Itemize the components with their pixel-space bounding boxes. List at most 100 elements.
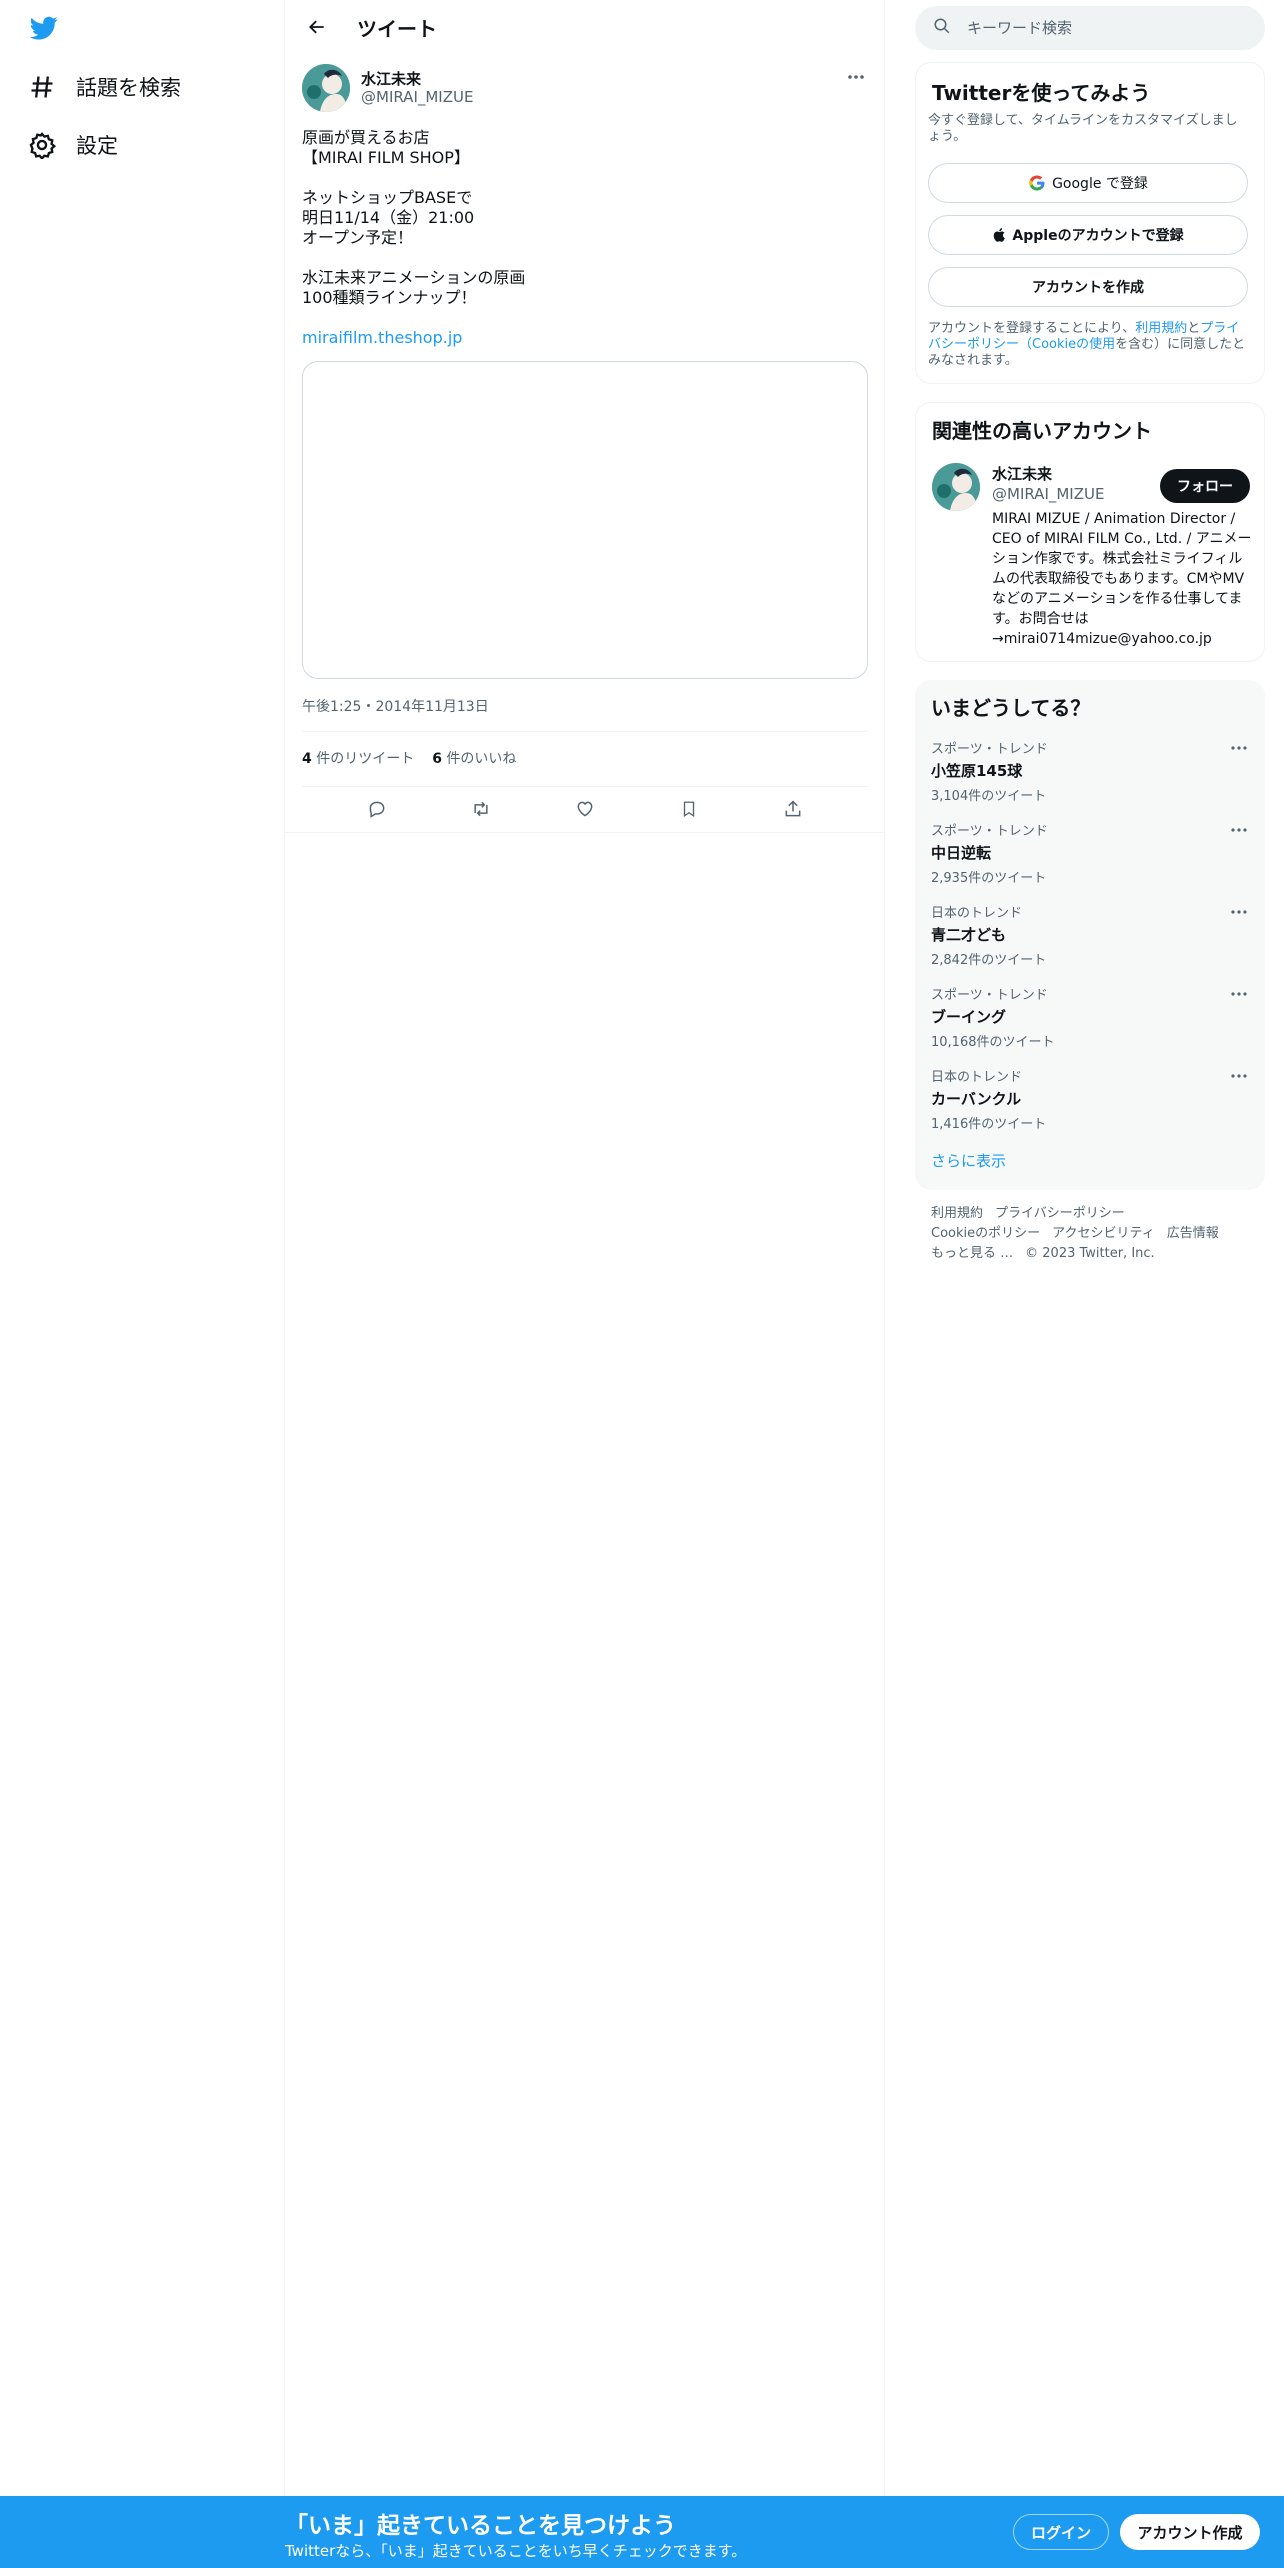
footer-ads-link[interactable]: 広告情報	[1167, 1226, 1219, 1241]
google-signup-label: Google で登録	[1052, 176, 1148, 192]
retweets-label: 件のリツイート	[316, 751, 415, 767]
nav-item-explore[interactable]: 話題を検索	[28, 67, 181, 107]
signup-description: 今すぐ登録して、タイムラインをカスタマイズしましょう。	[928, 113, 1238, 144]
tweet-text: 原画が買えるお店 【MIRAI FILM SHOP】 ネットショップBASEで …	[302, 128, 526, 307]
footer-terms-link[interactable]: 利用規約	[931, 1206, 983, 1221]
legal-paren: （	[1019, 337, 1033, 352]
signup-title: Twitterを使ってみよう	[932, 81, 1151, 105]
signup-legal-text: アカウントを登録することにより、利用規約とプライバシーポリシー（Cookieの使…	[928, 321, 1250, 369]
bottom-bar-title: 「いま」起きていることを見つけよう	[285, 2513, 676, 2539]
retweets-count: 4	[302, 751, 312, 767]
tweet-timestamp[interactable]: 午後1:25・2014年11月13日	[302, 696, 489, 716]
trend-count: 1,416件のツイート	[931, 1117, 1047, 1132]
bottom-signup-bar: 「いま」起きていることを見つけよう Twitterなら、「いま」起きていることを…	[0, 2496, 1284, 2568]
likes-stat[interactable]: 6 件のいいね	[432, 748, 516, 768]
likes-label: 件のいいね	[446, 751, 517, 767]
nav-item-settings[interactable]: 設定	[28, 125, 118, 165]
related-bio: MIRAI MIZUE / Animation Director / CEO o…	[992, 511, 1252, 647]
gear-icon	[28, 131, 57, 161]
divider	[302, 731, 868, 732]
trend-count: 3,104件のツイート	[931, 789, 1047, 804]
trend-name: カーバンクル	[931, 1090, 1022, 1108]
trend-name: 小笠原145球	[931, 762, 1023, 780]
create-account-button[interactable]: アカウントを作成	[928, 267, 1248, 307]
footer-privacy-link[interactable]: プライバシーポリシー	[995, 1206, 1125, 1221]
trend-context: スポーツ・トレンド	[931, 742, 1048, 757]
trend-item[interactable]: スポーツ・トレンド 中日逆転 2,935件のツイート	[931, 820, 1251, 900]
more-options-icon[interactable]	[1227, 738, 1251, 758]
legal-and: と	[1187, 321, 1201, 336]
login-button[interactable]: ログイン	[1013, 2514, 1109, 2550]
related-avatar[interactable]	[932, 463, 980, 511]
retweets-stat[interactable]: 4 件のリツイート	[302, 748, 414, 768]
trend-item[interactable]: 日本のトレンド 青二才ども 2,842件のツイート	[931, 902, 1251, 982]
apple-signup-button[interactable]: Appleのアカウントで登録	[928, 215, 1248, 255]
like-icon[interactable]	[567, 791, 603, 827]
signup-box: Twitterを使ってみよう 今すぐ登録して、タイムラインをカスタマイズしましょ…	[915, 62, 1265, 384]
trend-context: スポーツ・トレンド	[931, 988, 1048, 1003]
show-more-link[interactable]: さらに表示	[931, 1150, 1006, 1171]
trend-name: ブーイング	[931, 1008, 1007, 1026]
retweet-icon[interactable]	[463, 791, 499, 827]
nav-item-label: 話題を検索	[76, 76, 181, 100]
link-card[interactable]	[302, 361, 868, 679]
related-name[interactable]: 水江未来	[992, 463, 1052, 484]
search-input[interactable]	[967, 19, 1227, 37]
related-handle[interactable]: @MIRAI_MIZUE	[992, 485, 1104, 503]
reply-icon[interactable]	[359, 791, 395, 827]
related-accounts-box: 関連性の高いアカウント 水江未来 @MIRAI_MIZUE フォロー MIRAI…	[915, 402, 1265, 662]
share-icon[interactable]	[775, 791, 811, 827]
trend-context: 日本のトレンド	[931, 1070, 1023, 1085]
trends-title: いまどうしてる？	[931, 696, 1091, 720]
legal-prefix: アカウントを登録することにより、	[928, 321, 1136, 336]
author-name[interactable]: 水江未来	[361, 68, 421, 89]
apple-icon	[992, 226, 1008, 244]
footer-more-link[interactable]: もっと見る …	[931, 1246, 1013, 1261]
trend-count: 2,842件のツイート	[931, 953, 1047, 968]
trend-item[interactable]: スポーツ・トレンド ブーイング 10,168件のツイート	[931, 984, 1251, 1064]
more-options-icon[interactable]	[1227, 902, 1251, 922]
create-account-label: アカウントを作成	[1032, 280, 1144, 296]
apple-signup-label: Appleのアカウントで登録	[1012, 228, 1184, 244]
trends-box: いまどうしてる？ スポーツ・トレンド 小笠原145球 3,104件のツイート ス…	[915, 680, 1265, 1190]
tweet-actions	[285, 786, 885, 832]
left-nav: 話題を検索 設定	[0, 0, 285, 2568]
more-options-icon[interactable]	[1227, 984, 1251, 1004]
arrow-left-icon[interactable]	[299, 9, 335, 45]
trend-context: スポーツ・トレンド	[931, 824, 1048, 839]
nav-item-label: 設定	[76, 134, 118, 158]
footer-cookie-link[interactable]: Cookieのポリシー	[931, 1226, 1040, 1241]
footer-copyright: © 2023 Twitter, Inc.	[1025, 1246, 1155, 1261]
divider	[285, 832, 885, 833]
search-bar[interactable]	[915, 6, 1265, 50]
trend-item[interactable]: 日本のトレンド カーバンクル 1,416件のツイート	[931, 1066, 1251, 1146]
author-avatar[interactable]	[302, 64, 350, 112]
column-header: ツイート	[285, 0, 885, 54]
follow-button[interactable]: フォロー	[1160, 469, 1250, 503]
signup-button[interactable]: アカウント作成	[1120, 2514, 1260, 2550]
footer-links: 利用規約 プライバシーポリシー Cookieのポリシー アクセシビリティ 広告情報 も…	[931, 1204, 1261, 1264]
tweet-stats: 4 件のリツイート 6 件のいいね	[302, 748, 516, 768]
trend-count: 10,168件のツイート	[931, 1035, 1055, 1050]
author-handle[interactable]: @MIRAI_MIZUE	[361, 88, 473, 106]
trend-context: 日本のトレンド	[931, 906, 1023, 921]
trend-count: 2,935件のツイート	[931, 871, 1047, 886]
more-options-icon[interactable]	[1227, 1066, 1251, 1086]
tweet-link[interactable]: miraifilm.theshop.jp	[302, 328, 462, 347]
terms-link[interactable]: 利用規約	[1135, 321, 1187, 336]
google-icon	[1028, 174, 1046, 192]
trend-name: 中日逆転	[931, 844, 992, 862]
bookmark-icon[interactable]	[671, 791, 707, 827]
more-options-icon[interactable]	[1227, 820, 1251, 840]
twitter-bird-icon[interactable]	[28, 14, 60, 42]
tweet-column: ツイート 水江未来 @MIRAI_MIZUE 原画が買えるお店 【MIRAI F…	[285, 0, 885, 2568]
cookie-link[interactable]: Cookieの使用	[1032, 337, 1115, 352]
search-icon	[933, 17, 951, 39]
related-title: 関連性の高いアカウント	[932, 419, 1152, 443]
bottom-bar-subtitle: Twitterなら、「いま」起きていることをいち早くチェックできます。	[285, 2542, 747, 2560]
google-signup-button[interactable]: Google で登録	[928, 163, 1248, 203]
more-options-icon[interactable]	[842, 66, 870, 88]
trend-item[interactable]: スポーツ・トレンド 小笠原145球 3,104件のツイート	[931, 738, 1251, 818]
likes-count: 6	[432, 751, 442, 767]
footer-accessibility-link[interactable]: アクセシビリティ	[1052, 1226, 1155, 1241]
